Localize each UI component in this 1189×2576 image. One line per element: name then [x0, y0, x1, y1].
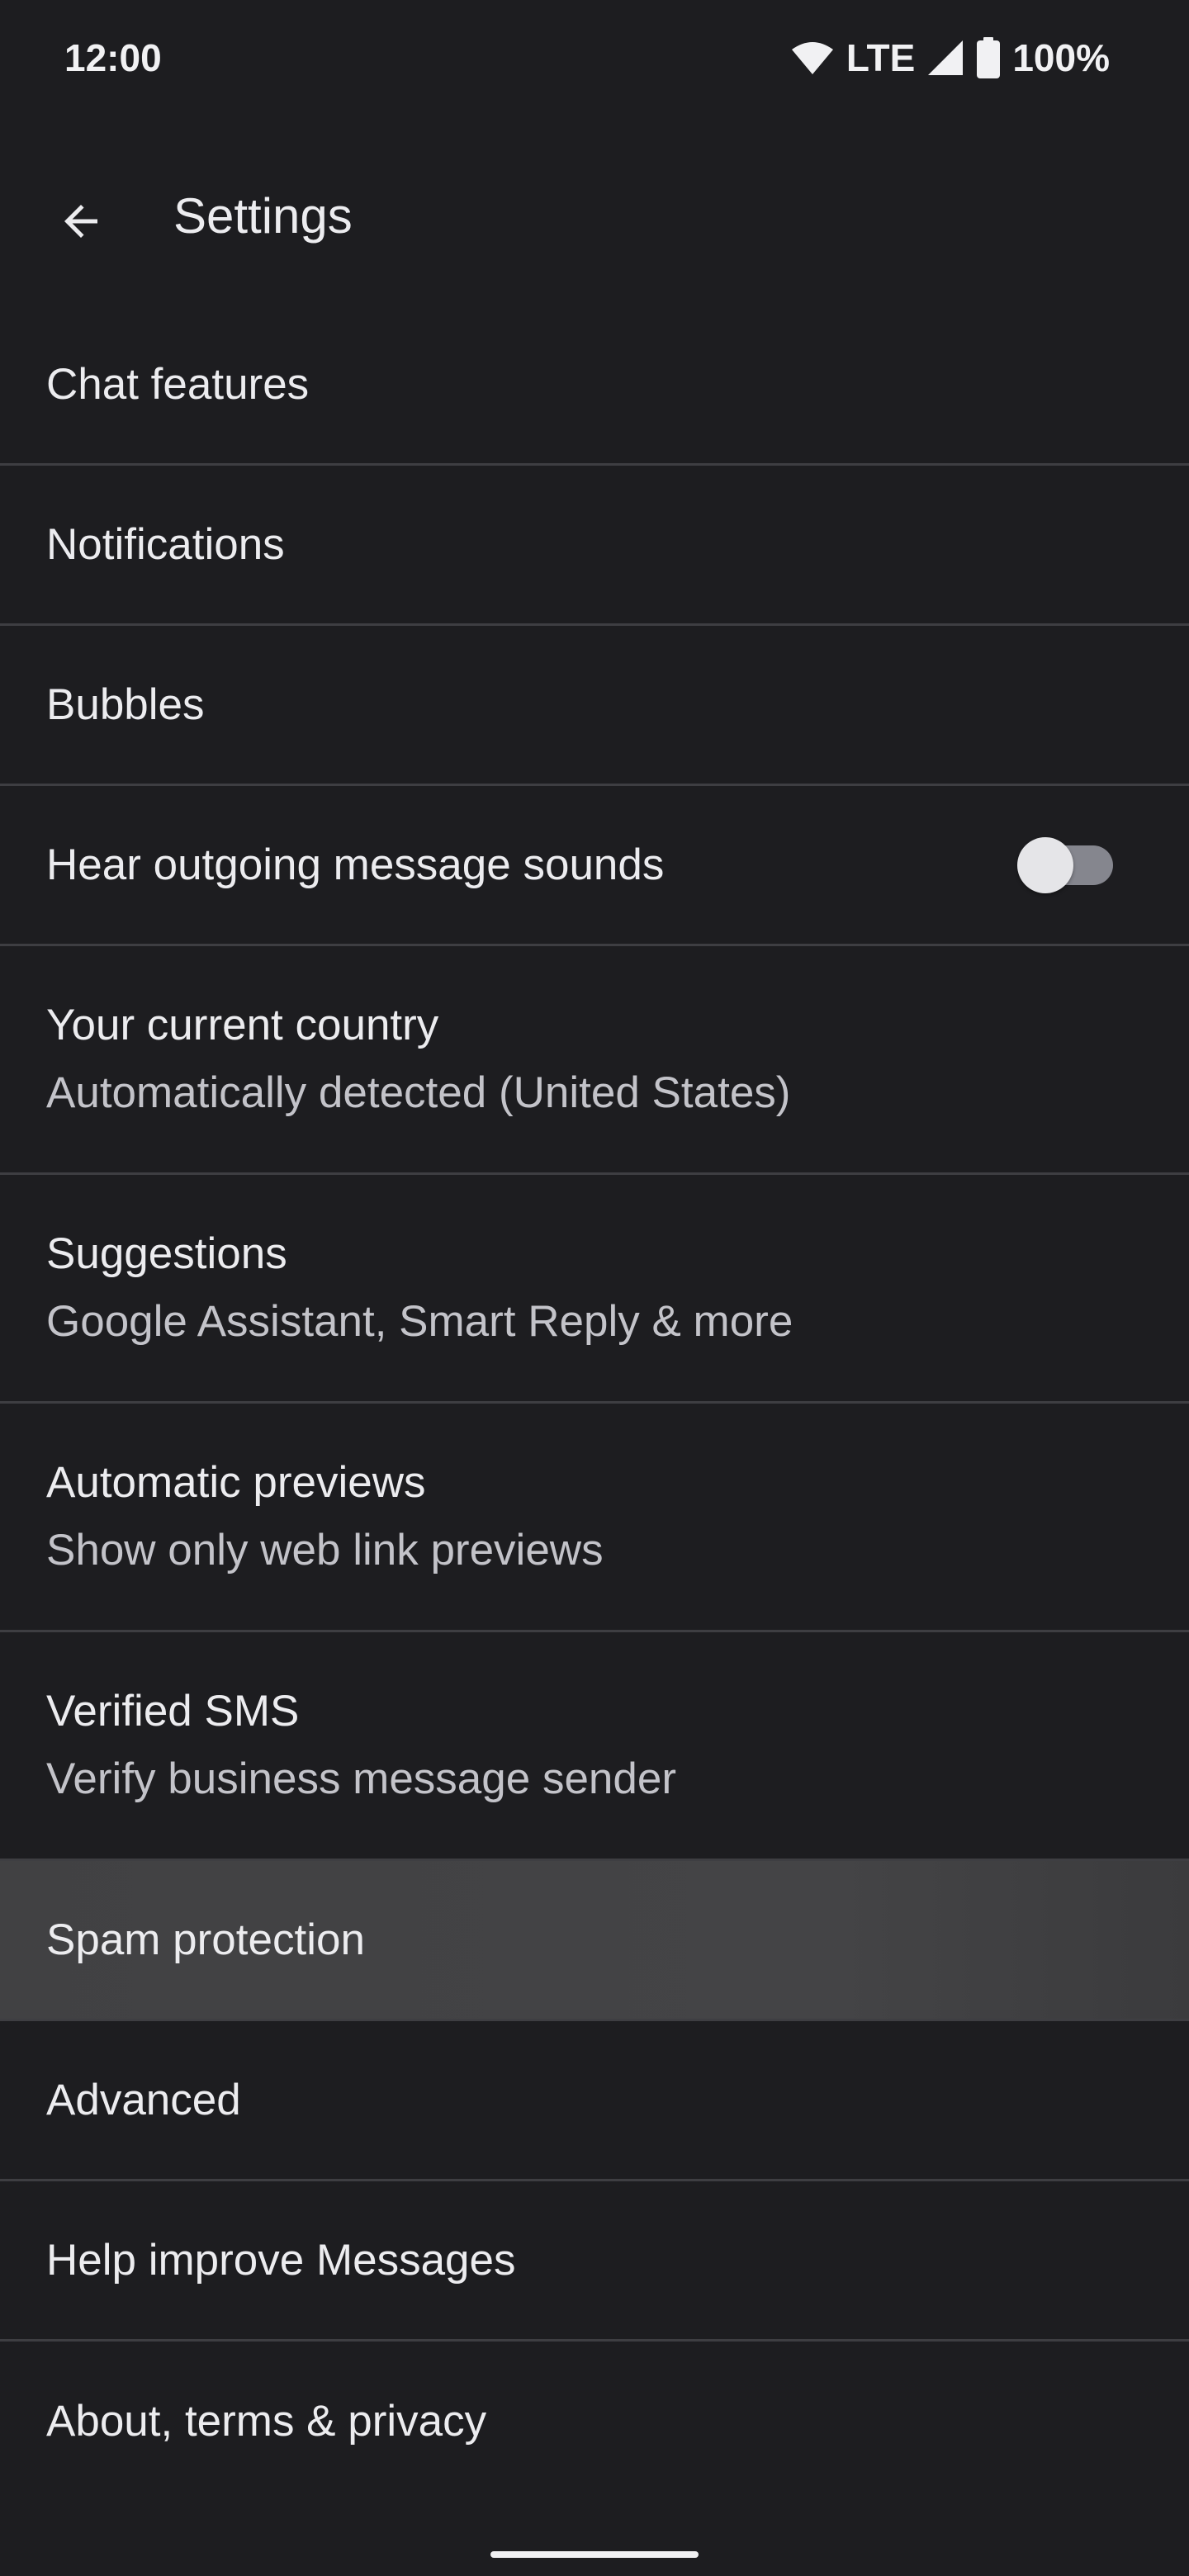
setting-notifications[interactable]: Notifications [0, 466, 1189, 626]
setting-title: Spam protection [46, 1915, 365, 1964]
page-title: Settings [173, 188, 353, 244]
wifi-icon [791, 42, 833, 74]
status-bar: 12:00 LTE 100% [0, 0, 1189, 119]
setting-advanced[interactable]: Advanced [0, 2021, 1189, 2181]
battery-icon [977, 37, 1001, 78]
setting-title: Automatic previews [46, 1458, 426, 1507]
setting-spam-protection[interactable]: Spam protection [0, 1861, 1189, 2021]
toggle-thumb [1017, 836, 1073, 893]
settings-list: Chat features Notifications Bubbles Hear… [0, 305, 1189, 2502]
setting-current-country[interactable]: Your current country Automatically detec… [0, 946, 1189, 1175]
setting-title: Verified SMS [46, 1687, 300, 1735]
top-app-bar: Settings [0, 154, 1189, 269]
setting-outgoing-sounds[interactable]: Hear outgoing message sounds [0, 786, 1189, 946]
setting-subtitle: Show only web link previews [46, 1526, 604, 1574]
setting-automatic-previews[interactable]: Automatic previews Show only web link pr… [0, 1404, 1189, 1632]
battery-percentage: 100% [1012, 36, 1110, 79]
setting-subtitle: Automatically detected (United States) [46, 1068, 791, 1117]
setting-title: Help improve Messages [46, 2235, 516, 2285]
setting-chat-features[interactable]: Chat features [0, 305, 1189, 466]
status-time: 12:00 [64, 36, 162, 79]
setting-help-improve[interactable]: Help improve Messages [0, 2181, 1189, 2342]
setting-title: Your current country [46, 1001, 439, 1049]
outgoing-sounds-toggle[interactable] [1017, 836, 1113, 893]
signal-icon [928, 40, 964, 75]
setting-bubbles[interactable]: Bubbles [0, 626, 1189, 786]
setting-subtitle: Google Assistant, Smart Reply & more [46, 1297, 793, 1346]
setting-title: Bubbles [46, 680, 205, 729]
setting-title: Suggestions [46, 1229, 287, 1278]
setting-title: Hear outgoing message sounds [46, 840, 665, 889]
back-button[interactable] [33, 173, 129, 269]
arrow-back-icon [64, 205, 97, 238]
setting-subtitle: Verify business message sender [46, 1754, 677, 1803]
setting-suggestions[interactable]: Suggestions Google Assistant, Smart Repl… [0, 1175, 1189, 1404]
setting-title: Notifications [46, 519, 285, 569]
setting-title: Chat features [46, 359, 310, 409]
setting-about[interactable]: About, terms & privacy [0, 2342, 1189, 2502]
setting-title: Advanced [46, 2075, 241, 2124]
setting-title: About, terms & privacy [46, 2397, 487, 2446]
status-icons: LTE 100% [790, 33, 1110, 83]
network-type-label: LTE [846, 36, 916, 79]
setting-verified-sms[interactable]: Verified SMS Verify business message sen… [0, 1632, 1189, 1861]
gesture-navigation-bar[interactable] [490, 2551, 699, 2558]
